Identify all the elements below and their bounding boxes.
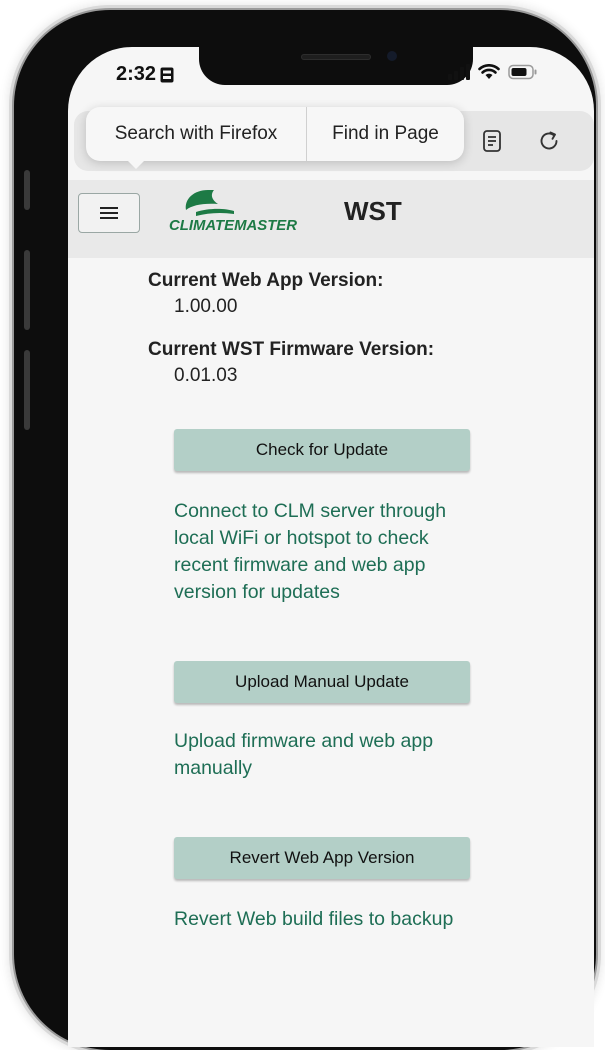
- popup-pointer: [126, 159, 146, 169]
- phone-frame: 2:32 Search with Firefox Find in Page CL…: [14, 10, 596, 1050]
- notch: [199, 47, 473, 85]
- front-camera: [387, 51, 397, 61]
- reload-icon[interactable]: [537, 129, 561, 153]
- app-title: WST: [344, 196, 402, 226]
- status-time-text: 2:32: [116, 63, 157, 85]
- mute-switch: [24, 170, 30, 210]
- web-app-version-value: 1.00.00: [174, 296, 238, 317]
- upload-manual-update-description: Upload firmware and web app manually: [174, 730, 434, 779]
- app-header: CLIMATEMASTER WST: [68, 180, 594, 258]
- revert-web-app-version-button[interactable]: Revert Web App Version: [174, 837, 470, 879]
- volume-up-button: [24, 250, 30, 330]
- focus-mode-icon: [160, 67, 174, 82]
- wifi-icon: [478, 64, 500, 79]
- hamburger-menu-button[interactable]: [78, 193, 140, 233]
- cellular-signal-icon: [448, 64, 470, 80]
- check-for-update-description: Connect to CLM server through local WiFi…: [174, 500, 447, 603]
- status-icons: [448, 64, 538, 80]
- check-for-update-button[interactable]: Check for Update: [174, 429, 470, 471]
- climatemaster-logo: CLIMATEMASTER: [169, 190, 297, 234]
- web-app-version-label: Current Web App Version:: [148, 270, 384, 291]
- firmware-version-label: Current WST Firmware Version:: [148, 339, 435, 360]
- brand-wordmark: CLIMATEMASTER: [169, 217, 297, 234]
- speaker-grille: [301, 54, 371, 60]
- upload-manual-update-button[interactable]: Upload Manual Update: [174, 661, 470, 703]
- revert-web-app-version-description: Revert Web build files to backup: [174, 908, 454, 930]
- status-bar: 2:32: [68, 47, 594, 109]
- status-time: 2:32: [116, 63, 174, 86]
- volume-down-button: [24, 350, 30, 430]
- reader-view-icon[interactable]: [480, 129, 504, 153]
- search-with-firefox-button[interactable]: Search with Firefox: [86, 107, 307, 161]
- phone-screen: 2:32 Search with Firefox Find in Page CL…: [68, 47, 594, 1047]
- battery-icon: [508, 64, 537, 80]
- hamburger-icon: [100, 207, 118, 219]
- firmware-version-value: 0.01.03: [174, 365, 238, 386]
- text-selection-menu: Search with Firefox Find in Page: [86, 107, 464, 169]
- find-in-page-button[interactable]: Find in Page: [307, 107, 464, 161]
